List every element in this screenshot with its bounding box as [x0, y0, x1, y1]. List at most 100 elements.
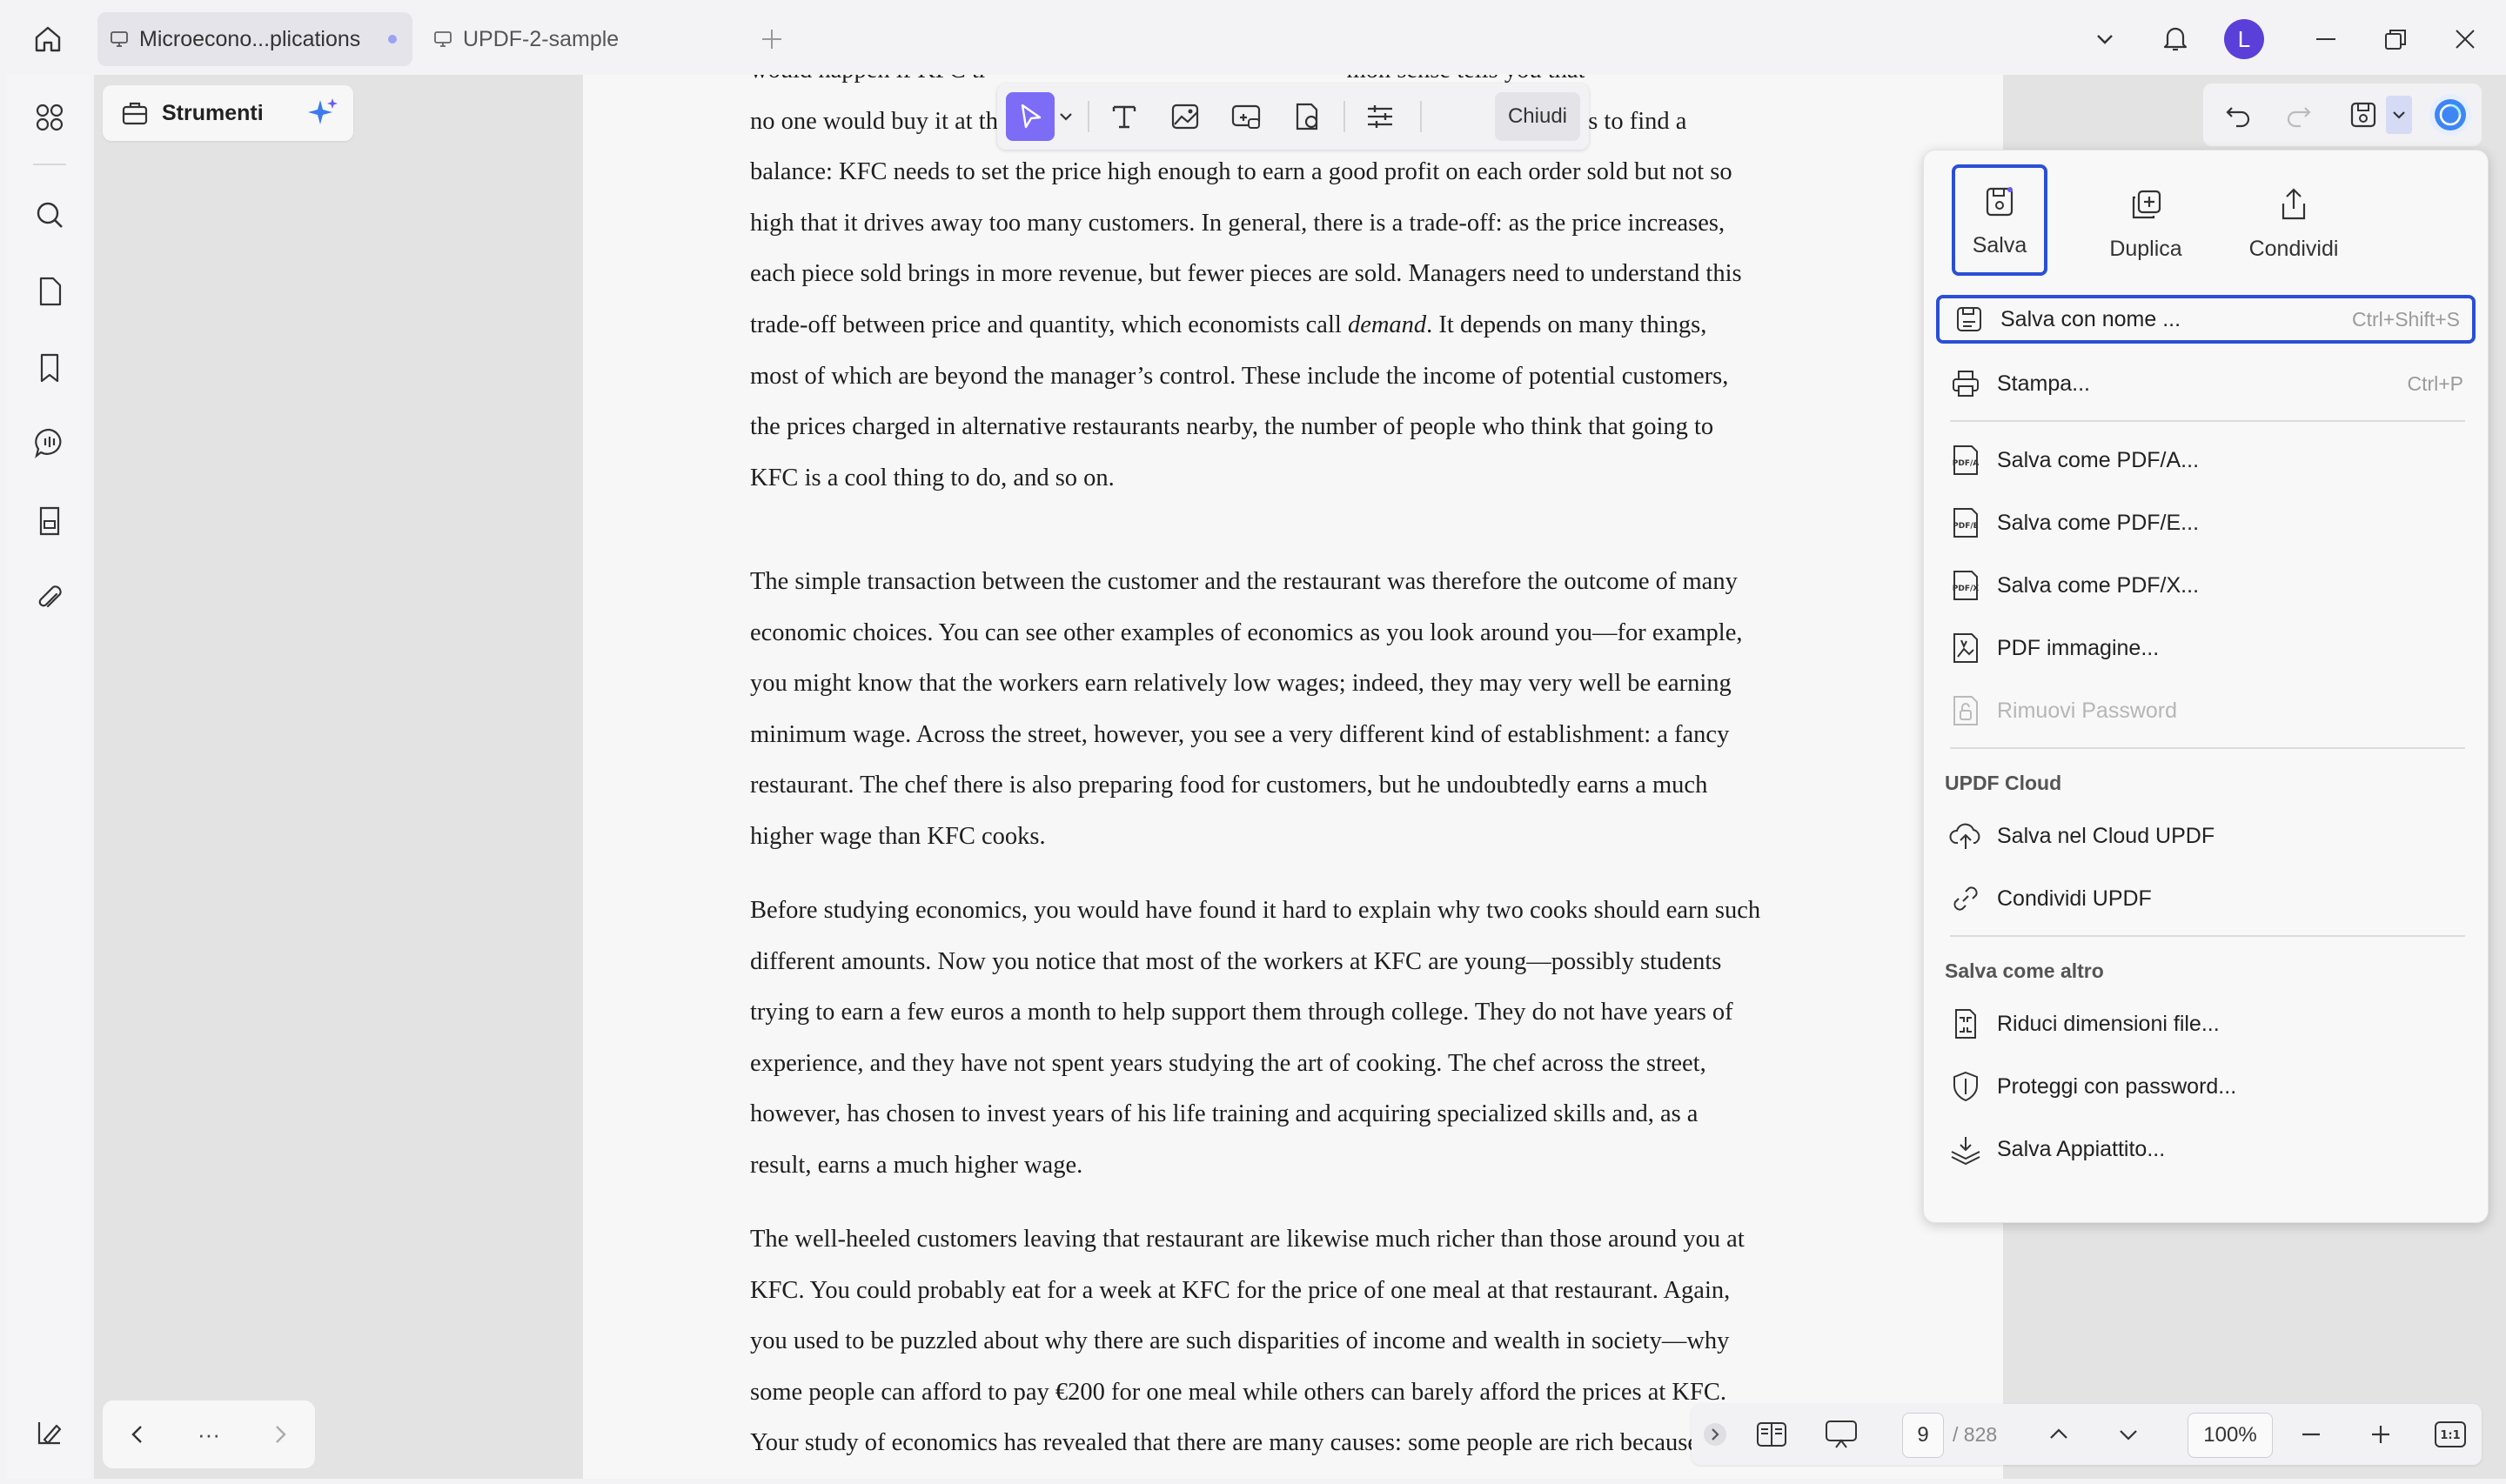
more-button[interactable]: ···: [198, 1421, 220, 1448]
adjust-tool-icon[interactable]: [1356, 92, 1404, 141]
chevron-up-icon[interactable]: [2040, 1415, 2078, 1454]
pdf-image-item[interactable]: PDF immagine...: [1936, 624, 2476, 672]
collapse-toolbar-icon[interactable]: [1700, 1415, 1730, 1454]
save-icon[interactable]: [2344, 96, 2382, 134]
pdfa-icon: PDF/A: [1948, 443, 1983, 478]
new-tab-icon[interactable]: [754, 21, 790, 57]
share-updf-item[interactable]: Condividi UPDF: [1936, 874, 2476, 923]
page-number-input[interactable]: 9: [1902, 1413, 1944, 1458]
bookmark-icon[interactable]: [30, 348, 70, 388]
status-bar: 9 / 828 100% 1:1: [1692, 1404, 2482, 1465]
thumbnails-icon[interactable]: [30, 97, 70, 137]
toolbar-divider: [1088, 101, 1089, 132]
tools-button[interactable]: Strumenti: [103, 85, 353, 141]
close-edit-button[interactable]: Chiudi: [1495, 92, 1580, 141]
text-line: balance: KFC needs to set the price high…: [750, 158, 1732, 186]
avatar[interactable]: L: [2224, 19, 2264, 59]
home-icon[interactable]: [28, 19, 68, 59]
attachment-icon[interactable]: [30, 578, 70, 618]
text-tool-icon[interactable]: [1100, 92, 1149, 141]
paragraph: The simple transaction between the custo…: [750, 557, 1820, 863]
text-line: Before studying economics, you would hav…: [750, 897, 1761, 924]
bell-icon[interactable]: [2156, 19, 2194, 57]
form-icon[interactable]: [30, 501, 70, 541]
save-pdfx-item[interactable]: PDF/X Salva come PDF/X...: [1936, 561, 2476, 610]
svg-text:PDF/A: PDF/A: [1953, 459, 1980, 468]
text-line: result, earns a much higher wage.: [750, 1151, 1083, 1179]
save-flattened-item[interactable]: Salva Appiattito...: [1936, 1125, 2476, 1173]
cloud-section-heading: UPDF Cloud: [1945, 772, 2062, 794]
cloud-upload-icon: [1948, 819, 1983, 853]
remove-password-item[interactable]: Rimuovi Password: [1936, 686, 2476, 735]
save-pdfe-item[interactable]: PDF/E Salva come PDF/E...: [1936, 498, 2476, 547]
duplicate-button[interactable]: Duplica: [2098, 164, 2194, 276]
layers-icon[interactable]: [30, 1413, 70, 1453]
ai-assistant-icon[interactable]: [2429, 94, 2471, 136]
zoom-out-icon[interactable]: [2292, 1415, 2330, 1454]
save-as-item[interactable]: Salva con nome ... Ctrl+Shift+S: [1936, 295, 2476, 344]
document-actions-bar: [2203, 84, 2482, 146]
text-line: KFC is a cool thing to do, and so on.: [750, 464, 1115, 491]
save-flattened-label: Salva Appiattito...: [1997, 1136, 2166, 1161]
tab-document-2[interactable]: UPDF-2-sample: [421, 12, 736, 66]
document-page[interactable]: would happen if KFC tr mon sense tells y…: [583, 75, 2003, 1479]
actual-size-icon[interactable]: 1:1: [2431, 1415, 2469, 1454]
pdf-image-icon: [1948, 631, 1983, 665]
text-line: minimum wage. Across the street, however…: [750, 720, 1730, 748]
tab-document-1[interactable]: Microecono...plications: [97, 12, 412, 66]
save-pdfa-label: Salva come PDF/A...: [1997, 447, 2200, 472]
text-line: trying to earn a few euros a month to he…: [750, 999, 1733, 1026]
save-button[interactable]: Salva: [1952, 164, 2047, 276]
chevron-down-icon[interactable]: [2087, 21, 2123, 57]
save-as-icon: [1952, 302, 1987, 337]
text-line: higher wage than KFC cooks.: [750, 822, 1046, 850]
print-label: Stampa...: [1997, 371, 2090, 396]
chevron-left-icon[interactable]: [126, 1422, 151, 1447]
other-section-heading: Salva come altro: [1945, 959, 2104, 982]
undo-icon[interactable]: [2219, 96, 2257, 134]
save-icon: [1986, 187, 2014, 217]
protect-password-label: Proteggi con password...: [1997, 1073, 2237, 1099]
page-icon[interactable]: [30, 271, 70, 311]
text-line: economic choices. You can see other exam…: [750, 618, 1743, 646]
chevron-down-icon[interactable]: [1053, 92, 1079, 141]
select-tool-button[interactable]: [1006, 92, 1055, 141]
monitor-icon: [111, 31, 128, 47]
redo-icon[interactable]: [2280, 96, 2318, 134]
zoom-in-icon[interactable]: [2362, 1415, 2400, 1454]
page-layout-icon[interactable]: [1752, 1415, 1791, 1454]
zoom-level-input[interactable]: 100%: [2188, 1413, 2273, 1458]
watermark-tool-icon[interactable]: [1283, 92, 1331, 141]
rail-divider: [33, 164, 66, 165]
presentation-icon[interactable]: [1822, 1415, 1860, 1454]
restore-icon[interactable]: [2377, 21, 2414, 57]
tab-label: Microecono...plications: [139, 26, 361, 51]
text-line: you used to be puzzled about why there a…: [750, 1327, 1730, 1355]
protect-password-item[interactable]: Proteggi con password...: [1936, 1062, 2476, 1111]
ai-sparkle-icon[interactable]: [305, 95, 341, 131]
chevron-down-icon[interactable]: [2109, 1415, 2148, 1454]
print-icon: [1948, 366, 1983, 401]
text-line: each piece sold brings in more revenue, …: [750, 260, 1742, 288]
text-line: different amounts. Now you notice that m…: [750, 947, 1722, 975]
save-options-dropdown[interactable]: [2386, 96, 2412, 134]
minimize-icon[interactable]: [2308, 21, 2344, 57]
comment-icon[interactable]: [30, 423, 70, 463]
link-tool-icon[interactable]: [1222, 92, 1270, 141]
pdfe-icon: PDF/E: [1948, 505, 1983, 540]
save-cloud-item[interactable]: Salva nel Cloud UPDF: [1936, 812, 2476, 860]
share-button[interactable]: Condividi: [2246, 164, 2342, 276]
title-bar: Microecono...plications UPDF-2-sample L: [0, 0, 2506, 75]
menu-divider: [1950, 747, 2465, 749]
text-line: however, has chosen to invest years of h…: [750, 1100, 1699, 1128]
svg-text:PDF/E: PDF/E: [1953, 522, 1979, 531]
toolbar-divider: [1343, 101, 1345, 132]
print-item[interactable]: Stampa... Ctrl+P: [1936, 359, 2476, 408]
search-icon[interactable]: [30, 195, 70, 235]
image-tool-icon[interactable]: [1161, 92, 1209, 141]
flatten-icon: [1948, 1132, 1983, 1166]
chevron-right-icon[interactable]: [267, 1422, 291, 1447]
save-pdfa-item[interactable]: PDF/A Salva come PDF/A...: [1936, 436, 2476, 485]
close-icon[interactable]: [2447, 21, 2483, 57]
reduce-size-item[interactable]: Riduci dimensioni file...: [1936, 999, 2476, 1048]
